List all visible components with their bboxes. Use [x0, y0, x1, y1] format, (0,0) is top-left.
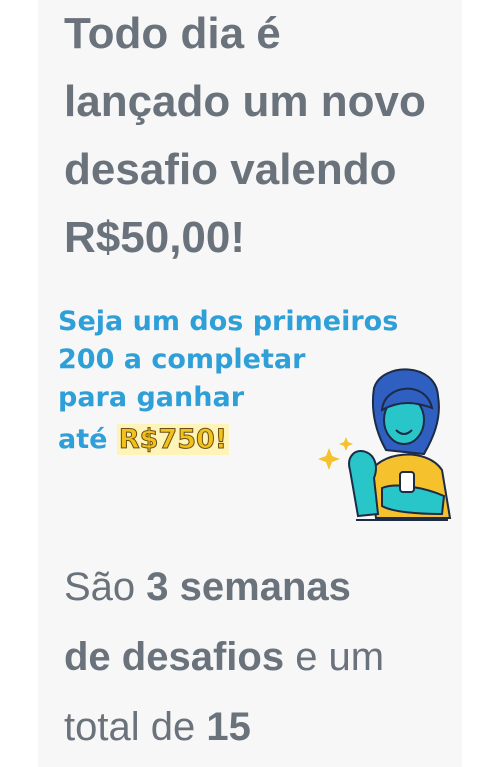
challenge-summary: São 3 semanas de desafios e um total de …	[64, 552, 444, 762]
summary-bold-challenges: de desafios	[64, 635, 285, 679]
headline: Todo dia é lançado um novo desafio valen…	[64, 0, 444, 272]
summary-text-2: e um	[284, 635, 385, 679]
summary-text-1: São	[64, 565, 147, 609]
headline-line-2: lançado um novo	[64, 77, 426, 126]
headline-line-1: Todo dia é	[64, 9, 281, 58]
summary-text-3: total de	[64, 705, 207, 749]
raised-arm	[348, 450, 380, 518]
summary-bold-total: 15	[206, 705, 251, 749]
headline-line-3: desafio valendo	[64, 145, 397, 194]
promo-line-4: até R$750!	[58, 424, 230, 456]
woman-celebrating-illustration	[318, 368, 452, 521]
sparkle-icon	[318, 448, 340, 470]
phone-icon	[399, 471, 415, 493]
promo-line-1: Seja um dos primeiros	[58, 306, 399, 337]
promo-line-4-prefix: até	[58, 424, 117, 455]
promo-banner: Seja um dos primeiros 200 a completar pa…	[58, 306, 458, 526]
promo-line-3: para ganhar	[58, 382, 245, 413]
summary-bold-weeks: 3 semanas	[146, 565, 351, 609]
sparkle-icon	[339, 437, 353, 451]
promo-amount: R$750!	[116, 424, 230, 456]
headline-line-4: R$50,00!	[64, 213, 246, 262]
promo-line-2: 200 a completar	[58, 344, 306, 375]
